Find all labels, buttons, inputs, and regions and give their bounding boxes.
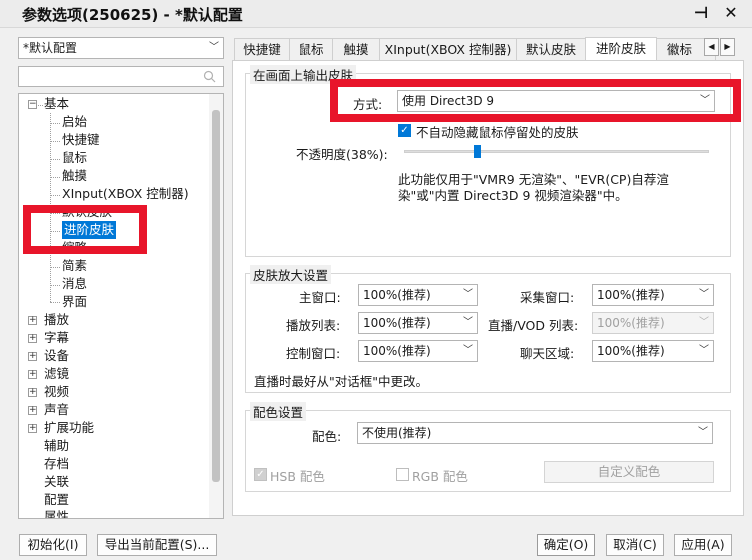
highlight-mode-box [330, 79, 741, 122]
tree-item-auxiliary[interactable]: 辅助 [44, 437, 69, 455]
tree-item-extensions[interactable]: 扩展功能 [44, 419, 94, 437]
control-window-zoom-select[interactable]: 100%(推荐) ﹀ [358, 340, 478, 362]
tab-touch[interactable]: 触摸 [332, 38, 380, 60]
chat-area-zoom-value: 100%(推荐) [597, 344, 665, 358]
tab-advanced-skin[interactable]: 进阶皮肤 [585, 37, 657, 61]
profile-select-value: *默认配置 [23, 41, 78, 55]
tab-next-icon[interactable]: ▶ [720, 38, 735, 56]
tree-item-start[interactable]: 启始 [62, 113, 87, 131]
window-title: 参数选项(250625) - *默认配置 [22, 6, 243, 24]
control-window-zoom-value: 100%(推荐) [363, 344, 431, 358]
renderer-note: 此功能仅用于"VMR9 无渲染"、"EVR(CP)自荐渲染"或"内置 Direc… [398, 172, 669, 203]
chevron-down-icon: ﹀ [699, 317, 709, 328]
expand-icon[interactable]: + [28, 424, 37, 433]
playlist-label: 播放列表: [286, 318, 341, 333]
tree-item-xinput[interactable]: XInput(XBOX 控制器) [62, 185, 189, 203]
tree-item-message[interactable]: 消息 [62, 275, 87, 293]
capture-window-label: 采集窗口: [520, 290, 575, 305]
tree-item-properties[interactable]: 属性 [44, 508, 69, 518]
search-icon [203, 70, 216, 83]
tree-item-archive[interactable]: 存档 [44, 455, 69, 473]
live-vod-label: 直播/VOD 列表: [488, 318, 579, 333]
main-window-label: 主窗口: [299, 290, 341, 305]
live-vod-zoom-value: 100%(推荐) [597, 316, 665, 330]
expand-icon[interactable]: + [28, 316, 37, 325]
color-select-value: 不使用(推荐) [362, 426, 432, 440]
title-bar: 参数选项(250625) - *默认配置 ⊣ ✕ [0, 0, 752, 28]
close-icon[interactable]: ✕ [719, 2, 743, 24]
search-input[interactable] [18, 66, 224, 87]
expand-icon[interactable]: + [28, 370, 37, 379]
control-window-label: 控制窗口: [286, 346, 341, 361]
tree-scrollbar[interactable] [209, 94, 223, 518]
opacity-label: 不透明度(38%): [296, 147, 388, 162]
expand-icon[interactable]: + [28, 352, 37, 361]
tab-hotkeys[interactable]: 快捷键 [234, 38, 290, 60]
profile-select[interactable]: *默认配置 ﹀ [18, 37, 224, 59]
tree-item-interface[interactable]: 界面 [62, 293, 87, 311]
tree-item-subtitle[interactable]: 字幕 [44, 329, 69, 347]
zoom-hint: 直播时最好从"对话框"中更改。 [254, 374, 428, 389]
chevron-down-icon: ﹀ [699, 345, 709, 356]
main-window-zoom-select[interactable]: 100%(推荐) ﹀ [358, 284, 478, 306]
tree-item-simple[interactable]: 简素 [62, 257, 87, 275]
rgb-label: RGB 配色 [412, 469, 468, 484]
export-config-button[interactable]: 导出当前配置(S)... [97, 534, 217, 556]
color-select[interactable]: 不使用(推荐) ﹀ [357, 422, 713, 444]
init-button[interactable]: 初始化(I) [19, 534, 87, 556]
expand-icon[interactable]: + [28, 334, 37, 343]
rgb-checkbox [396, 468, 409, 481]
opacity-slider-thumb[interactable] [474, 145, 482, 158]
ok-button[interactable]: 确定(O) [537, 534, 595, 556]
expand-icon[interactable]: + [28, 388, 37, 397]
tab-xinput[interactable]: XInput(XBOX 控制器) [379, 38, 517, 60]
chat-area-label: 聊天区域: [520, 346, 575, 361]
tab-default-skin[interactable]: 默认皮肤 [516, 38, 586, 60]
tab-strip: 快捷键 鼠标 触摸 XInput(XBOX 控制器) 默认皮肤 进阶皮肤 徽标 [232, 37, 726, 61]
pin-icon[interactable]: ⊣ [689, 2, 713, 24]
hsb-checkbox: ✓ [254, 468, 267, 481]
tree-item-playback[interactable]: 播放 [44, 311, 69, 329]
chevron-down-icon: ﹀ [463, 345, 473, 356]
capture-window-zoom-select[interactable]: 100%(推荐) ﹀ [592, 284, 714, 306]
tree-item-device[interactable]: 设备 [44, 347, 69, 365]
tree-item-config[interactable]: 配置 [44, 491, 69, 509]
chevron-down-icon: ﹀ [463, 289, 473, 300]
settings-tree[interactable]: − 基本 启始 快捷键 鼠标 触摸 XInput(XBOX 控制器) 默认皮肤 … [18, 93, 224, 519]
tree-item-audio[interactable]: 声音 [44, 401, 69, 419]
playlist-zoom-value: 100%(推荐) [363, 316, 431, 330]
custom-color-button: 自定义配色 [544, 461, 714, 483]
zoom-group-title: 皮肤放大设置 [250, 265, 332, 284]
live-vod-zoom-select: 100%(推荐) ﹀ [592, 312, 714, 334]
opacity-slider-track[interactable] [404, 150, 709, 153]
hsb-label: HSB 配色 [270, 469, 325, 484]
tree-item-mouse[interactable]: 鼠标 [62, 149, 87, 167]
capture-window-zoom-value: 100%(推荐) [597, 288, 665, 302]
chevron-down-icon: ﹀ [463, 317, 473, 328]
color-group-title: 配色设置 [250, 402, 307, 421]
tree-item-association[interactable]: 关联 [44, 473, 69, 491]
collapse-icon[interactable]: − [28, 100, 37, 109]
tree-item-filter[interactable]: 滤镜 [44, 365, 69, 383]
highlight-tree-box [23, 205, 147, 254]
color-label: 配色: [312, 429, 342, 444]
autohide-label: 不自动隐藏鼠标停留处的皮肤 [416, 125, 579, 140]
main-window-zoom-value: 100%(推荐) [363, 288, 431, 302]
chevron-down-icon: ﹀ [698, 427, 708, 438]
playlist-zoom-select[interactable]: 100%(推荐) ﹀ [358, 312, 478, 334]
tree-item-touch[interactable]: 触摸 [62, 167, 87, 185]
expand-icon[interactable]: + [28, 406, 37, 415]
apply-button[interactable]: 应用(A) [674, 534, 732, 556]
tree-item-basic[interactable]: 基本 [44, 95, 69, 113]
tab-mouse[interactable]: 鼠标 [289, 38, 333, 60]
tree-item-video[interactable]: 视频 [44, 383, 69, 401]
chat-area-zoom-select[interactable]: 100%(推荐) ﹀ [592, 340, 714, 362]
chevron-down-icon: ﹀ [699, 289, 709, 300]
chevron-down-icon: ﹀ [209, 42, 219, 53]
cancel-button[interactable]: 取消(C) [606, 534, 664, 556]
tab-prev-icon[interactable]: ◀ [704, 38, 719, 56]
tree-item-hotkeys[interactable]: 快捷键 [62, 131, 100, 149]
tree-scrollbar-thumb[interactable] [212, 110, 220, 482]
autohide-checkbox[interactable]: ✓ [398, 124, 411, 137]
